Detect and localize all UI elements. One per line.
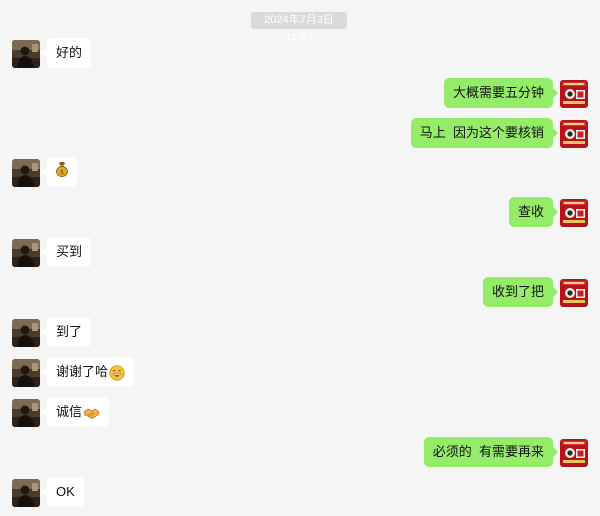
message-row: 大概需要五分钟 — [0, 78, 600, 110]
message-row: 到了 — [0, 317, 600, 349]
message-row: 收到了把 — [0, 277, 600, 309]
message-row: 查收 — [0, 197, 600, 229]
contact-avatar[interactable] — [12, 40, 40, 68]
message-row: 马上 因为这个要核销 — [0, 118, 600, 150]
message-bubble[interactable]: 谢谢了哈 — [41, 357, 135, 387]
grinning-face-emoji — [109, 364, 125, 381]
contact-avatar[interactable] — [12, 159, 40, 187]
contact-avatar[interactable] — [12, 479, 40, 507]
contact-avatar[interactable] — [12, 239, 40, 267]
message-bubble[interactable]: 收到了把 — [482, 277, 559, 307]
shop-avatar[interactable] — [560, 279, 588, 307]
message-text: 谢谢了哈 — [56, 364, 109, 379]
money-bag-emoji: $ — [55, 158, 69, 188]
contact-avatar[interactable] — [12, 319, 40, 347]
message-text: 必须的 有需要再来 — [432, 444, 544, 459]
message-bubble[interactable]: $ — [42, 157, 77, 188]
message-text: 好的 — [56, 45, 83, 60]
message-bubble[interactable]: 买到 — [41, 237, 92, 267]
shop-avatar[interactable] — [560, 439, 588, 467]
shop-avatar[interactable] — [560, 80, 588, 108]
message-bubble[interactable]: 好的 — [41, 38, 92, 68]
message-bubble[interactable]: OK — [42, 477, 84, 507]
message-bubble[interactable]: 必须的 有需要再来 — [423, 437, 559, 467]
shop-avatar[interactable] — [560, 199, 588, 227]
message-text: 查收 — [517, 204, 544, 219]
message-bubble[interactable]: 到了 — [41, 317, 92, 347]
message-row: 买到 — [0, 237, 600, 269]
message-bubble[interactable]: 马上 因为这个要核销 — [410, 118, 559, 148]
message-row: 谢谢了哈 — [0, 357, 600, 389]
svg-text:$: $ — [60, 169, 64, 176]
message-row: OK — [0, 477, 600, 509]
message-text: 收到了把 — [491, 284, 544, 299]
message-bubble[interactable]: 查收 — [508, 197, 559, 227]
handshake-emoji — [83, 406, 100, 420]
message-text: 大概需要五分钟 — [452, 85, 544, 100]
message-row: 必须的 有需要再来 — [0, 437, 600, 469]
message-row: 好的 — [0, 38, 600, 70]
message-text: 买到 — [56, 244, 83, 259]
contact-avatar[interactable] — [12, 399, 40, 427]
contact-avatar[interactable] — [12, 359, 40, 387]
message-text: 到了 — [56, 324, 83, 339]
message-row: $ — [0, 157, 600, 189]
message-text: 诚信 — [56, 404, 83, 419]
message-text: OK — [56, 484, 75, 499]
shop-avatar[interactable] — [560, 120, 588, 148]
message-row: 诚信 — [0, 397, 600, 429]
message-text: 马上 因为这个要核销 — [419, 125, 544, 140]
message-bubble[interactable]: 大概需要五分钟 — [443, 78, 559, 108]
message-bubble[interactable]: 诚信 — [41, 397, 110, 427]
timestamp-label: 2024年7月3日 11:33 — [251, 12, 347, 43]
